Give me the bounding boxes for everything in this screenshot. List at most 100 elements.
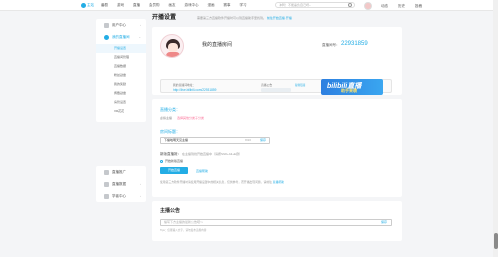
sidebar-group-main: 用户中心 › 我的直播间 ⌄ 开播设置 直播间管理 直播数据 粉丝勋章 我的奖励…	[96, 19, 146, 122]
avatar-body	[166, 52, 180, 57]
announcement-card: 主播公告 编写下方主播的最新公告吧～ 保存 Tips：仅能输入文字，请勿发布违规…	[152, 201, 402, 241]
category-change-link[interactable]: 选择其他分类子分类	[177, 116, 204, 120]
sidebar-item-label: 学者中心	[112, 193, 126, 198]
save-announcement-button[interactable]: 保存	[381, 220, 387, 225]
live-icon	[104, 34, 109, 40]
save-title-button[interactable]: 保存	[260, 138, 266, 143]
chart-icon	[104, 181, 109, 187]
scholar-icon	[104, 193, 109, 199]
room-id: 22931859	[341, 40, 368, 47]
announce-preview	[261, 87, 291, 92]
top-navbar: 主站 番剧 游戏 直播 会员购 画友 游戏中心 漫画 赛事 学习 冲鸭！不能辜负…	[0, 0, 498, 11]
nav-item[interactable]: 游戏中心	[185, 3, 199, 8]
radio-icon	[160, 159, 163, 163]
footnote-text: 使用第三方软件开播时请使用开播设置中的相关信息，仅供参考，若开播出现问题，请前往	[160, 180, 272, 184]
scrollbar-track[interactable]	[493, 0, 498, 257]
start-label-text: 新版直播姬：	[160, 152, 181, 156]
announcement-hint: Tips：仅能输入文字，请勿发布违规内容	[160, 229, 207, 232]
scrollbar-thumb[interactable]	[493, 233, 498, 249]
room-name: 我的直播房间	[202, 42, 233, 48]
sidebar-item-label: 用户中心	[112, 22, 126, 27]
room-avatar[interactable]	[160, 34, 184, 58]
nav-item[interactable]: 赛事	[224, 3, 231, 8]
live-helper-banner[interactable]: bilibili直播 助手来袭	[321, 79, 383, 95]
main-content: 开播设置 需要第三方直播软件开播时可以到直播助手里找到。 前往开始直播·开播 我…	[152, 13, 402, 241]
sidebar-subitem[interactable]: XR花花	[96, 107, 146, 116]
notice-text: 需要第三方直播软件开播时可以到直播助手里找到。	[197, 16, 267, 20]
sidebar-subitem[interactable]: 直播间管理	[96, 53, 146, 62]
radio-label: 开始新版直播	[165, 159, 184, 163]
title-char-count: 8/20	[245, 138, 251, 142]
new-live-radio[interactable]: 开始新版直播	[160, 159, 394, 163]
notice-link[interactable]: 前往开始直播·开播	[267, 16, 292, 20]
category-row: 虚拟主播 选择其他分类子分类	[160, 116, 394, 120]
announcement-input[interactable]: 编写下方主播的最新公告吧～ 保存	[160, 219, 392, 226]
room-link-label: 我的直播间地址：	[173, 83, 196, 87]
nav-item[interactable]: 漫画	[208, 3, 215, 8]
sidebar-group-extra: 直播推广 直播数据 › 学者中心 ›	[96, 166, 146, 202]
sidebar-item-label: 直播推广	[112, 169, 126, 174]
announce-label: 直播公告	[261, 83, 273, 87]
sidebar-item-label: 我的直播间	[112, 34, 130, 39]
sidebar-subitem[interactable]: 粉丝勋章	[96, 71, 146, 80]
sidebar: 用户中心 › 我的直播间 ⌄ 开播设置 直播间管理 直播数据 粉丝勋章 我的奖励…	[96, 19, 146, 205]
avatar[interactable]	[364, 1, 372, 10]
sidebar-item-live-promo[interactable]: 直播推广	[96, 166, 146, 178]
start-live-button[interactable]: 开始直播	[160, 167, 188, 174]
start-note: 在主播到线开始直播中（请按Shift+Alt+E键）	[181, 152, 242, 156]
nav-item[interactable]: 画友	[169, 3, 176, 8]
copy-link-button[interactable]: 复制链接	[295, 83, 305, 87]
room-title-input[interactable]: 下播啦明天见主播 8/20 保存	[160, 137, 270, 144]
category-selected[interactable]: 虚拟主播	[160, 116, 172, 120]
room-title-value: 下播啦明天见主播	[164, 138, 189, 142]
sidebar-item-live-data[interactable]: 直播数据 ›	[96, 178, 146, 190]
sidebar-subitem[interactable]: 我的奖励	[96, 80, 146, 89]
live-help-link[interactable]: 直播帮助	[196, 169, 208, 173]
nav-item[interactable]: 会员购	[149, 3, 160, 8]
top-nav: 番剧 游戏 直播 会员购 画友 游戏中心 漫画 赛事 学习	[101, 3, 247, 8]
sidebar-subitem-start-settings[interactable]: 开播设置	[96, 44, 146, 53]
nav-item[interactable]: 番剧	[101, 3, 108, 8]
chevron-right-icon: ›	[140, 194, 141, 198]
sidebar-item-user-center[interactable]: 用户中心 ›	[96, 19, 146, 31]
chevron-right-icon: ›	[140, 23, 141, 27]
nav-item[interactable]: 学习	[240, 3, 247, 8]
sidebar-submenu: 开播设置 直播间管理 直播数据 粉丝勋章 我的奖励 佩戴勋章 房管设置 XR花花	[96, 43, 146, 122]
announcement-title: 主播公告	[160, 208, 181, 214]
upload-link[interactable]: 投稿	[415, 4, 422, 9]
sidebar-item-my-center[interactable]: 学者中心 ›	[96, 190, 146, 202]
footnote-link[interactable]: 直播帮助	[273, 180, 284, 184]
nav-item[interactable]: 直播	[133, 3, 140, 8]
room-info-card: 我的直播房间 直播间号： 22931859 我的直播间地址： http://li…	[152, 27, 402, 95]
top-right-menu: 动态 历史 投稿	[381, 4, 422, 9]
third-party-footnote: 使用第三方软件开播时请使用开播设置中的相关信息，仅供参考，若开播出现问题，请前往…	[160, 180, 394, 184]
nav-item[interactable]: 游戏	[117, 3, 124, 8]
room-link-box: 我的直播间地址： http://live.bilibili.com/229318…	[160, 79, 392, 95]
sidebar-subitem[interactable]: 房管设置	[96, 98, 146, 107]
announcement-placeholder: 编写下方主播的最新公告吧～	[164, 220, 204, 224]
logo-text: 主站	[87, 3, 94, 7]
start-label: 新版直播姬： 在主播到线开始直播中（请按Shift+Alt+E键）	[160, 152, 394, 157]
site-logo[interactable]: 主站	[81, 3, 94, 8]
sidebar-subitem[interactable]: 佩戴勋章	[96, 89, 146, 98]
sidebar-item-label: 直播数据	[112, 181, 126, 186]
start-settings-card: 直播分类： 虚拟主播 选择其他分类子分类 房间标题： 下播啦明天见主播 8/20…	[152, 99, 402, 197]
banner-subtitle: 助手来袭	[341, 88, 357, 93]
title-label: 房间标题：	[160, 129, 180, 134]
start-actions: 开始直播 直播帮助	[160, 167, 394, 174]
promo-icon	[104, 169, 109, 175]
room-id-label: 直播间号：	[322, 42, 340, 47]
search-input[interactable]: 冲鸭！不能辜负自己呀~	[275, 2, 355, 8]
avatar-face	[168, 43, 178, 52]
search-icon[interactable]	[348, 3, 352, 7]
user-icon	[104, 22, 109, 28]
room-url-link[interactable]: http://live.bilibili.com/22931859	[173, 88, 216, 92]
page-notice: 需要第三方直播软件开播时可以到直播助手里找到。 前往开始直播·开播	[197, 16, 402, 23]
sidebar-subitem[interactable]: 直播数据	[96, 62, 146, 71]
history-link[interactable]: 历史	[398, 4, 405, 9]
bilibili-logo-icon	[81, 3, 86, 8]
dynamic-link[interactable]: 动态	[381, 4, 388, 9]
sidebar-item-live-center[interactable]: 我的直播间 ⌄	[96, 31, 146, 43]
chevron-right-icon: ›	[140, 182, 141, 186]
chevron-down-icon: ⌄	[138, 35, 141, 39]
